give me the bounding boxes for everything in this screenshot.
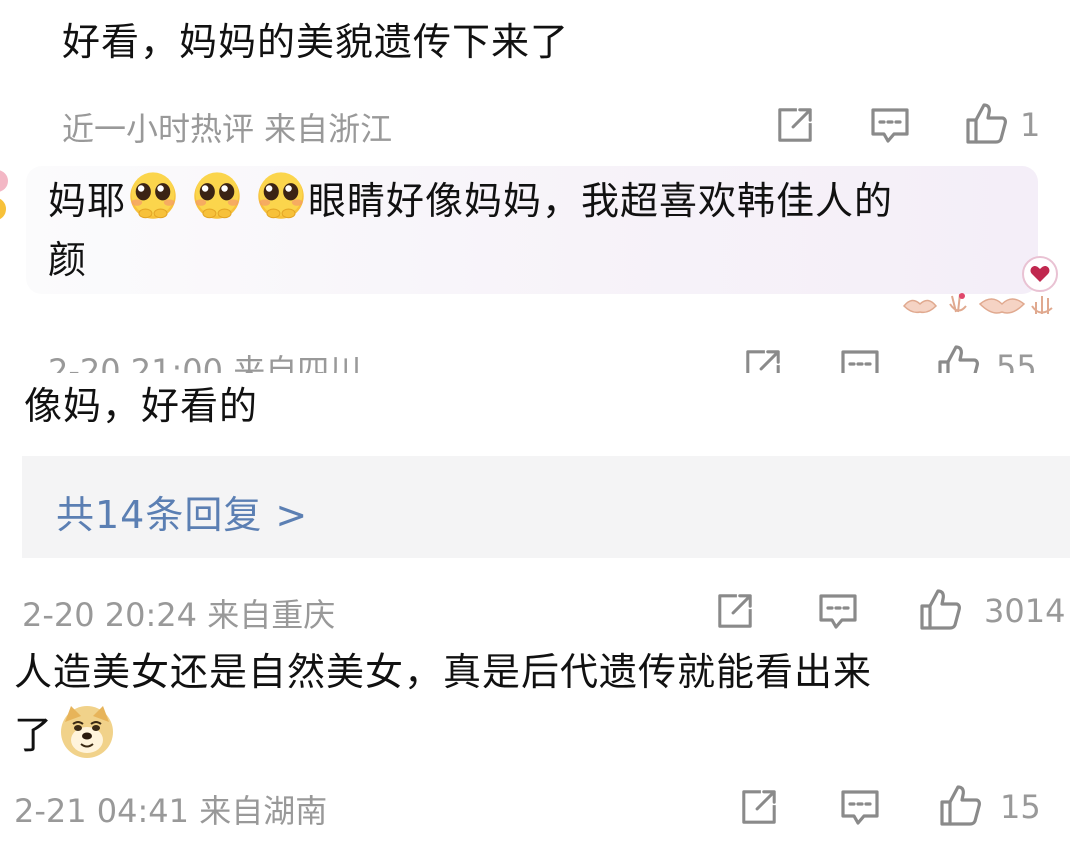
heart-hands-icon (900, 292, 1060, 322)
comment-meta-row: 2-20 21:00 来自四川 55 (0, 340, 1080, 373)
pleading-face-emoji (190, 168, 244, 239)
thumbs-up-icon[interactable] (938, 784, 982, 828)
avatar-fragment (0, 198, 6, 220)
pleading-face-emoji (254, 168, 308, 239)
comment-meta: 2-20 21:00 来自四川 (48, 352, 362, 373)
comment-text: 像妈，好看的 (24, 384, 259, 428)
avatar-fragment (0, 170, 8, 192)
thumbs-up-icon[interactable] (964, 102, 1008, 146)
comment-text-tail: 了 (14, 713, 54, 757)
comment-text-prefix: 妈耶 (48, 179, 127, 223)
reply-summary-box[interactable]: 共14条回复 > (22, 456, 1070, 558)
like-count: 3014 (984, 592, 1066, 630)
comment-icon[interactable] (818, 592, 858, 632)
reply-summary-link[interactable]: 共14条回复 > (56, 484, 308, 539)
comment-text-line2: 了 (14, 704, 115, 777)
thumbs-up-icon[interactable] (936, 344, 980, 373)
share-icon[interactable] (740, 788, 778, 826)
share-icon[interactable] (744, 348, 782, 373)
thumbs-up-icon[interactable] (918, 588, 962, 632)
like-count: 15 (1000, 788, 1041, 826)
comment-text: 妈耶 眼睛好像妈妈，我超喜欢韩佳人的 (48, 168, 893, 239)
heart-badge-icon (1022, 256, 1058, 292)
comment-meta: 2-20 20:24 来自重庆 (22, 596, 336, 634)
comment-icon[interactable] (870, 106, 910, 146)
pleading-face-emoji (126, 168, 180, 239)
comment-text: 好看，妈妈的美貌遗传下来了 (62, 20, 570, 64)
comment-text: 人造美女还是自然美女，真是后代遗传就能看出来 (14, 650, 873, 694)
comment-text-suffix: 眼睛好像妈妈，我超喜欢韩佳人的 (308, 179, 894, 223)
share-icon[interactable] (776, 106, 814, 144)
doge-emoji (59, 704, 115, 777)
comment-meta: 2-21 04:41 来自湖南 (14, 792, 328, 830)
share-icon[interactable] (716, 592, 754, 630)
like-count: 1 (1020, 106, 1041, 144)
comment-meta: 近一小时热评 来自浙江 (62, 110, 393, 148)
comment-text-line2: 颜 (48, 238, 88, 282)
like-count: 55 (996, 348, 1037, 373)
comment-icon[interactable] (840, 788, 880, 828)
comment-icon[interactable] (840, 348, 880, 373)
